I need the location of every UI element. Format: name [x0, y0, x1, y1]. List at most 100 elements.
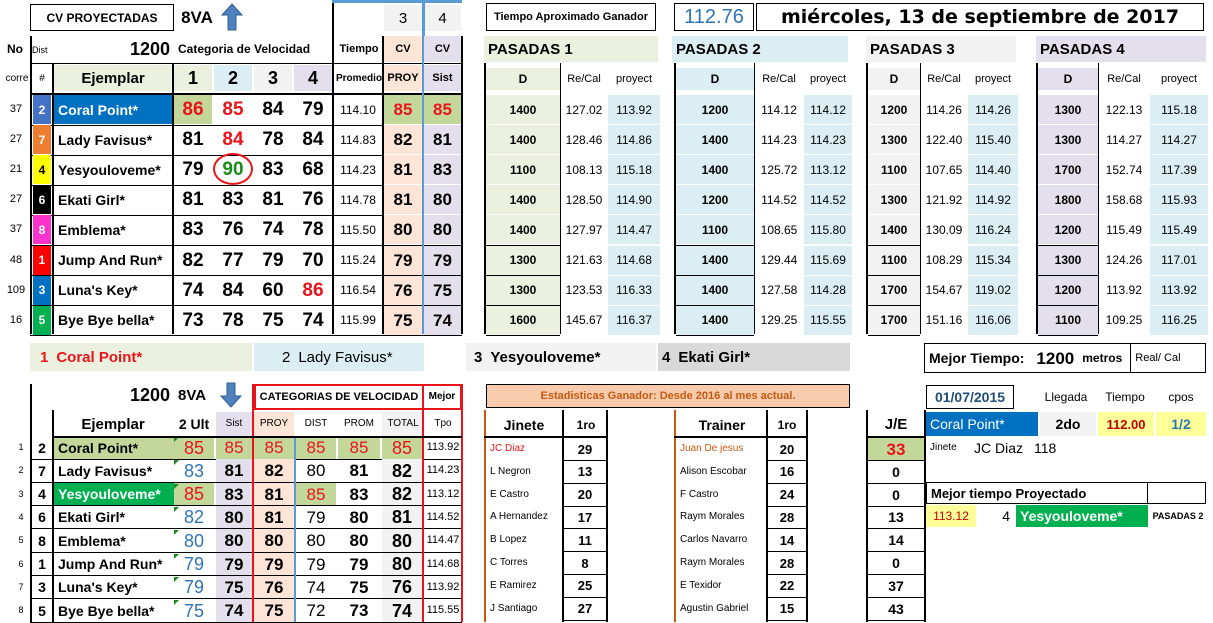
cv-row-name: Coral Point* — [54, 436, 174, 459]
pasadas-4-proyect: 114.27 — [1150, 125, 1208, 155]
runner-cv3: 79 — [262, 249, 284, 271]
je-value: 37 — [888, 577, 904, 594]
mtp-horse: Yesyouloveme* — [1016, 505, 1148, 527]
cv-row-tpo: 114.52 — [426, 510, 460, 523]
runner-cv2: 84 — [222, 129, 244, 151]
tiempo-label: Tiempo — [339, 42, 379, 55]
runner-number: 2 — [33, 95, 51, 124]
jockey-name: E Castro — [490, 488, 529, 500]
info-horse: Coral Point* — [926, 412, 1038, 436]
cv-row-number: 4 — [38, 486, 46, 503]
down-arrow-icon — [219, 382, 243, 408]
pasadas-4-d: 1200 — [1038, 215, 1098, 245]
jockey-name: C Torres — [490, 557, 528, 568]
tpo-header: Tpo — [434, 418, 452, 429]
cv-row-index: 2 — [18, 465, 24, 476]
pasadas-4-proyect-header: proyect — [1160, 72, 1198, 85]
jockey-name: J Santiago — [490, 602, 538, 614]
pasadas-1-recal: 128.50 — [565, 192, 603, 207]
ult-header: 2 Ult — [178, 416, 210, 432]
pasadas-2-d: 1200 — [676, 95, 754, 124]
cv-row-dist: 85 — [296, 436, 336, 459]
cpos-label: cpos — [1168, 390, 1194, 404]
cv-row-dist: 85 — [296, 482, 336, 506]
pasadas-1-proyect: 113.92 — [608, 95, 660, 124]
pasadas-2-d: 1400 — [676, 245, 754, 275]
trainer-wins: 24 — [779, 487, 795, 503]
pasadas-2-recal: 125.72 — [760, 162, 798, 177]
promedio-header: Promedio — [335, 73, 383, 84]
stats-title: Estadisticas Ganador: Desde 2016 al mes … — [486, 384, 850, 408]
pasadas-1-proyect: 114.68 — [608, 245, 660, 275]
je-header: J/E — [884, 415, 908, 433]
runner-cv1: 79 — [182, 159, 204, 181]
trainer-wins: 20 — [779, 441, 795, 457]
cv-row-proy: 81 — [254, 482, 294, 506]
pasadas-4-d: 1300 — [1038, 245, 1098, 275]
pasadas-1-d: 1400 — [486, 215, 560, 245]
pasadas-2-d: 1400 — [676, 305, 754, 335]
pasadas-2-proyect-header: proyect — [809, 72, 847, 85]
cv-row-tpo: 115.55 — [426, 604, 460, 617]
pasadas-3-recal: 154.67 — [925, 283, 963, 298]
cv-row-ult: 85 — [174, 436, 214, 459]
runner-cv3: 83 — [262, 159, 284, 181]
dist-value: 1200 — [129, 39, 170, 59]
pasadas-1-d: 1400 — [486, 125, 560, 155]
cv-row-tpo: 114.68 — [426, 557, 460, 570]
pasadas-3-proyect: 115.34 — [968, 245, 1018, 275]
cv-row-number: 6 — [38, 509, 46, 526]
tiempo-aprox-value: 112.76 — [674, 3, 754, 31]
pasadas-1-recal-header: Re/Cal — [567, 72, 601, 85]
cv-row-sist: 81 — [216, 459, 252, 483]
col3-header: 3 — [384, 5, 422, 31]
pasadas-3-proyect-header: proyect — [974, 72, 1012, 85]
je-value: 0 — [892, 463, 900, 480]
runner-promedio: 114.83 — [340, 132, 376, 147]
pasadas-3-proyect: 119.02 — [968, 275, 1018, 305]
pasadas-4-recal: 115.49 — [1106, 222, 1142, 237]
dist-small-label: Dist — [32, 44, 48, 55]
runner-sist: 85 — [424, 95, 461, 124]
jinete-header: Jinete — [503, 417, 545, 433]
cv-sist-top: CV — [424, 36, 461, 62]
pasadas-2-proyect: 114.12 — [804, 95, 852, 124]
pasadas-3-recal: 121.92 — [925, 192, 963, 207]
cv3-header: 3 — [254, 65, 292, 91]
num-label: # — [39, 73, 45, 84]
cv-row-index: 1 — [18, 442, 24, 452]
pasadas-4-header: PASADAS 4 — [1036, 36, 1206, 62]
cv-row-total: 82 — [382, 482, 422, 506]
pasadas-2-recal-header: Re/Cal — [762, 72, 796, 85]
runner-cv4: 70 — [302, 249, 324, 271]
cv-row-index: 3 — [18, 488, 24, 499]
pasadas-3-proyect: 114.92 — [968, 185, 1018, 215]
pasadas-3-recal: 130.09 — [925, 222, 963, 237]
trainer-name: F Castro — [680, 488, 719, 500]
pasadas-3-d: 1100 — [868, 245, 920, 275]
pasadas-1-recal: 128.46 — [565, 132, 603, 147]
bottom-prom-header: PROM — [344, 418, 374, 429]
pasadas-2-d: 1200 — [676, 185, 754, 215]
runner-promedio: 114.10 — [340, 102, 376, 117]
cv-row-total: 74 — [382, 599, 422, 623]
runner-proy: 75 — [384, 305, 422, 335]
cv-row-sist: 79 — [216, 552, 252, 576]
pasadas-3-proyect: 114.26 — [968, 95, 1018, 124]
runner-cv2: 78 — [222, 309, 244, 331]
cv-row-total: 81 — [382, 505, 422, 529]
je-value: 0 — [892, 486, 900, 503]
cv-row-ult: 80 — [183, 530, 205, 551]
trainer-header: Trainer — [698, 417, 746, 433]
info-date: 01/07/2015 — [926, 385, 1014, 409]
jockey-name: B Lopez — [490, 534, 527, 546]
runner-number: 1 — [33, 245, 51, 275]
runner-cv1: 73 — [182, 309, 204, 331]
cv-row-number: 8 — [38, 532, 46, 549]
runner-sist: 75 — [424, 275, 461, 305]
pasadas-3-d-header: D — [868, 68, 920, 90]
runner-cv1: 83 — [182, 219, 204, 241]
pasadas-3-d: 1300 — [868, 125, 920, 155]
pasadas-4-proyect: 115.93 — [1150, 185, 1208, 215]
pasadas-3-recal: 122.40 — [925, 132, 963, 147]
